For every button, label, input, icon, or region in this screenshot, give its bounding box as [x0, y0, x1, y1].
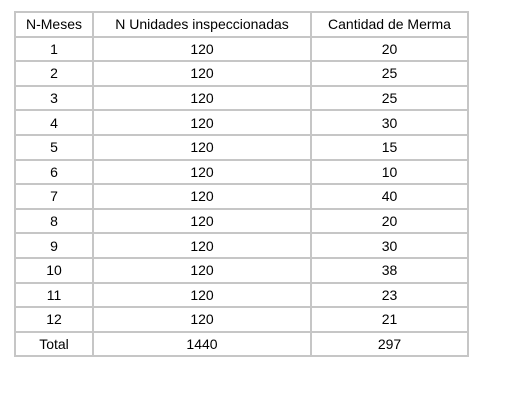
table-row: 5 120 15 [14, 133, 469, 161]
total-shrinkage-cell: 297 [310, 330, 469, 358]
shrinkage-cell: 21 [310, 306, 469, 333]
table-row: 10 120 38 [14, 256, 469, 284]
shrinkage-cell: 30 [310, 232, 469, 259]
shrinkage-cell: 25 [310, 60, 469, 87]
units-cell: 120 [92, 84, 312, 112]
units-cell: 120 [92, 183, 312, 210]
table-row: 12 120 21 [14, 306, 469, 333]
units-cell: 120 [92, 232, 312, 259]
total-label-cell: Total [14, 330, 94, 358]
shrinkage-cell: 30 [310, 109, 469, 136]
header-cell-units-inspected: N Unidades inspeccionadas [92, 11, 312, 38]
header-cell-months: N-Meses [14, 11, 94, 38]
units-cell: 120 [92, 306, 312, 333]
units-cell: 120 [92, 256, 312, 284]
table-row: 3 120 25 [14, 84, 469, 112]
month-cell: 5 [14, 133, 94, 161]
month-cell: 8 [14, 207, 94, 235]
month-cell: 1 [14, 35, 94, 63]
shrinkage-cell: 20 [310, 35, 469, 63]
table-body: 1 120 20 2 120 25 3 120 25 4 120 30 5 120 15 6 120 10 7 120… [14, 35, 469, 333]
table-header: N-Meses N Unidades inspeccionadas Cantid… [14, 11, 469, 38]
total-units-cell: 1440 [92, 330, 312, 358]
month-cell: 9 [14, 232, 94, 259]
total-row: Total 1440 297 [14, 330, 469, 358]
table-footer: Total 1440 297 [14, 330, 469, 358]
units-cell: 120 [92, 60, 312, 87]
header-cell-shrinkage: Cantidad de Merma [310, 11, 469, 38]
table-row: 1 120 20 [14, 35, 469, 63]
header-row: N-Meses N Unidades inspeccionadas Cantid… [14, 11, 469, 38]
month-cell: 7 [14, 183, 94, 210]
units-cell: 120 [92, 281, 312, 309]
shrinkage-cell: 23 [310, 281, 469, 309]
data-table: N-Meses N Unidades inspeccionadas Cantid… [14, 11, 469, 358]
month-cell: 3 [14, 84, 94, 112]
month-cell: 11 [14, 281, 94, 309]
table-row: 11 120 23 [14, 281, 469, 309]
table-row: 4 120 30 [14, 109, 469, 136]
shrinkage-cell: 38 [310, 256, 469, 284]
month-cell: 4 [14, 109, 94, 136]
month-cell: 2 [14, 60, 94, 87]
units-cell: 120 [92, 35, 312, 63]
table-row: 6 120 10 [14, 158, 469, 186]
shrinkage-cell: 10 [310, 158, 469, 186]
shrinkage-cell: 40 [310, 183, 469, 210]
table-row: 2 120 25 [14, 60, 469, 87]
shrinkage-cell: 15 [310, 133, 469, 161]
shrinkage-cell: 20 [310, 207, 469, 235]
table-row: 7 120 40 [14, 183, 469, 210]
table-row: 9 120 30 [14, 232, 469, 259]
shrinkage-cell: 25 [310, 84, 469, 112]
table-row: 8 120 20 [14, 207, 469, 235]
month-cell: 6 [14, 158, 94, 186]
units-cell: 120 [92, 207, 312, 235]
units-cell: 120 [92, 158, 312, 186]
month-cell: 10 [14, 256, 94, 284]
units-cell: 120 [92, 109, 312, 136]
units-cell: 120 [92, 133, 312, 161]
month-cell: 12 [14, 306, 94, 333]
